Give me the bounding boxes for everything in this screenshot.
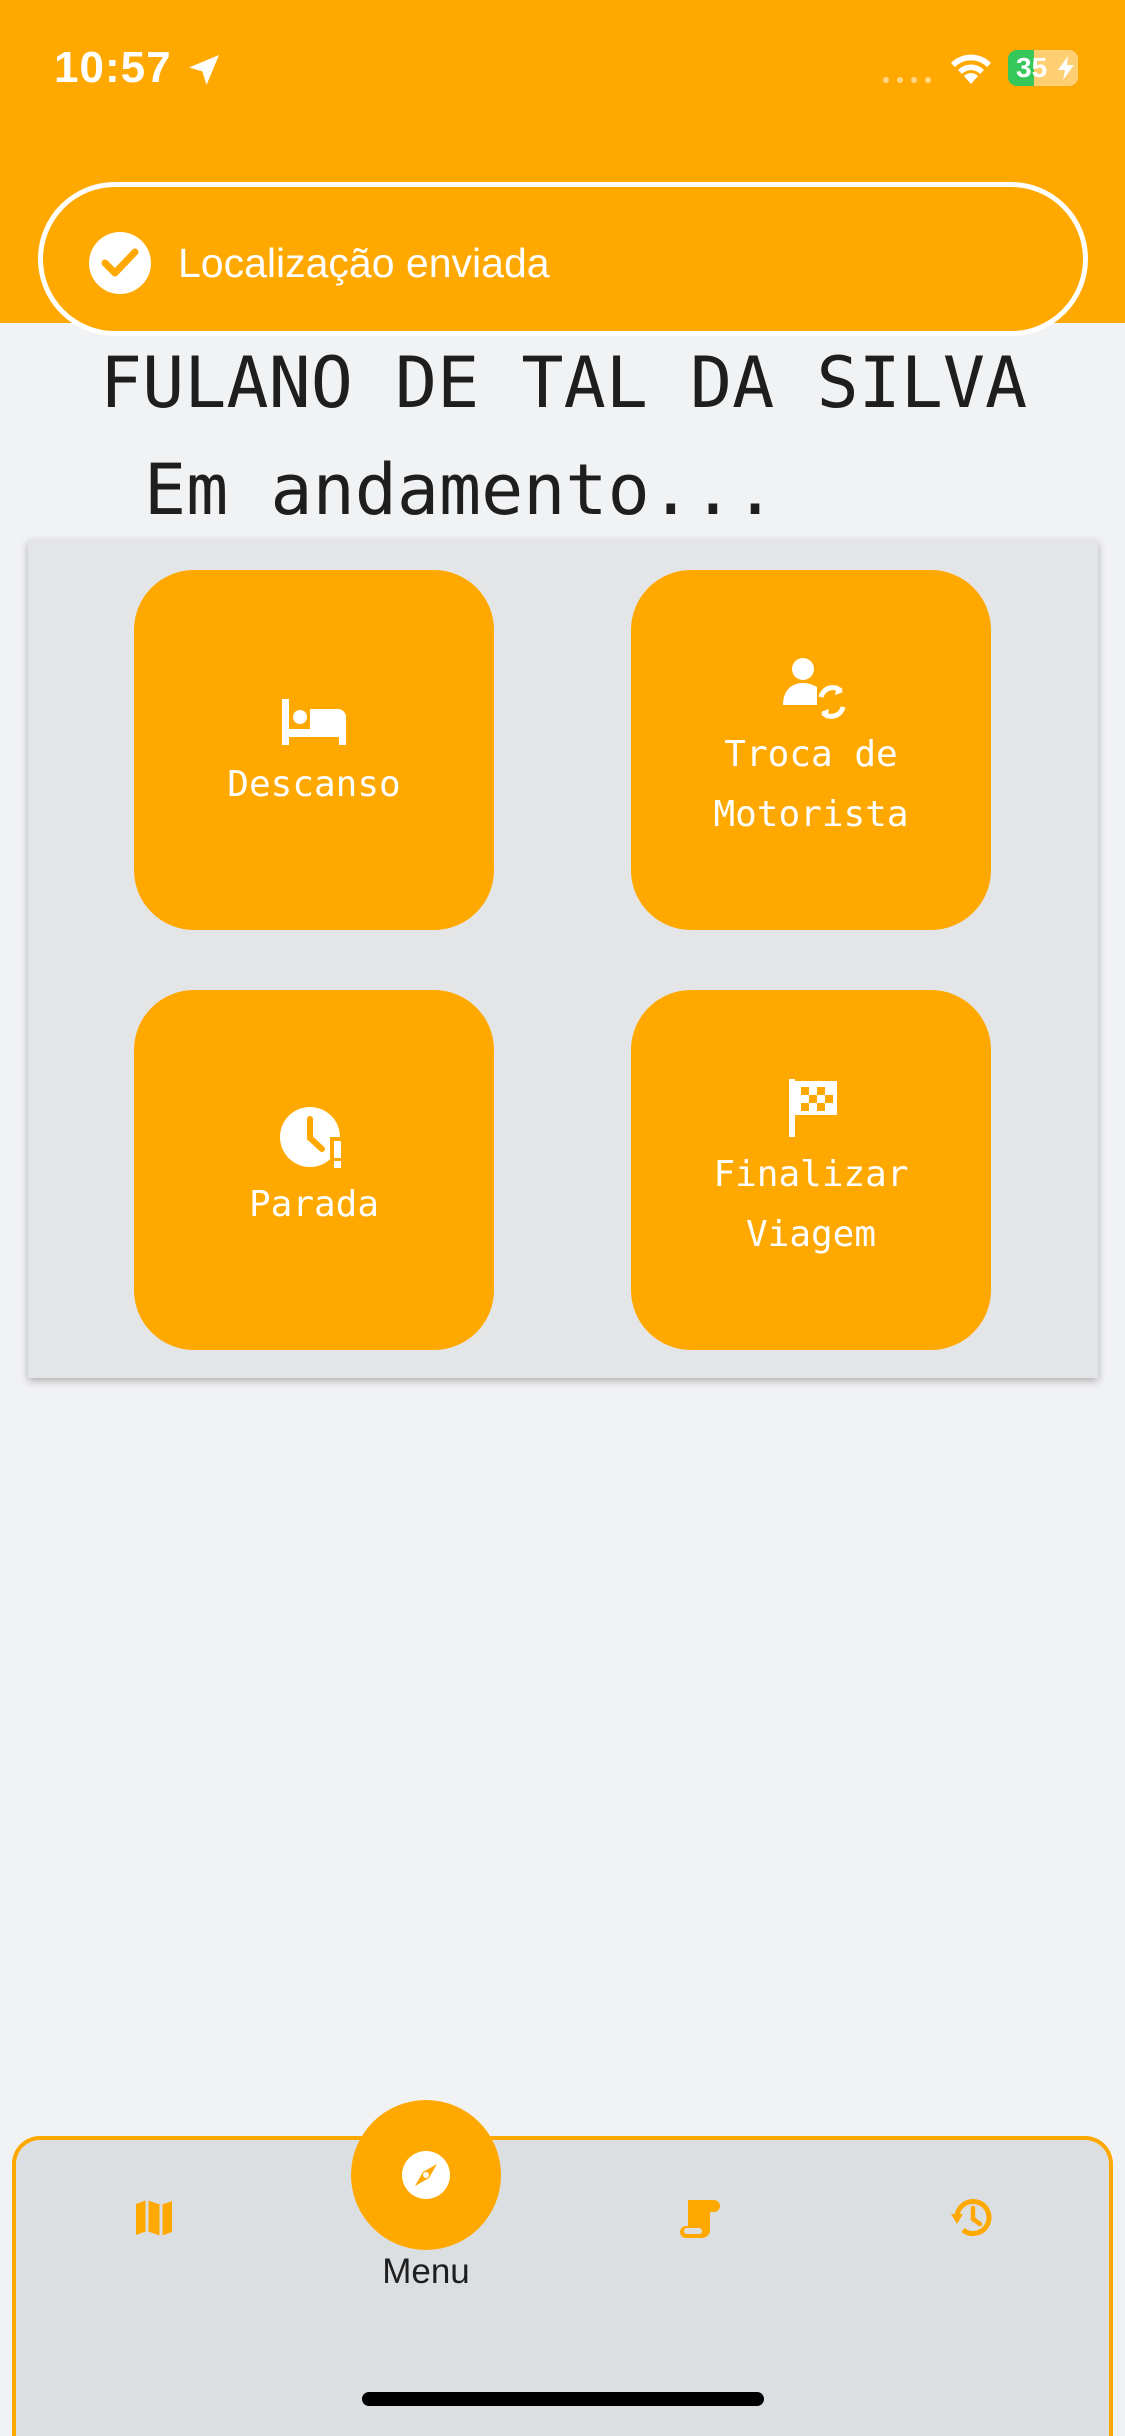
compass-icon xyxy=(402,2151,450,2199)
clock-alert-icon xyxy=(280,1107,346,1169)
driver-swap-label: Troca de Motorista xyxy=(713,734,909,835)
scroll-icon[interactable] xyxy=(678,2196,722,2240)
stop-button[interactable]: Parada xyxy=(134,990,494,1350)
battery-percent: 35 xyxy=(1016,52,1048,83)
charging-bolt-icon xyxy=(1058,56,1074,80)
checkered-flag-icon xyxy=(789,1079,837,1137)
actions-panel: Descanso Troca de Motorista Parada Final… xyxy=(28,540,1098,1378)
user-swap-icon xyxy=(783,658,846,719)
status-time: 10:57 xyxy=(54,43,172,92)
cellular-signal-icon xyxy=(883,77,931,83)
toast-message: Localização enviada xyxy=(178,240,550,286)
stop-label: Parada xyxy=(248,1184,380,1225)
finish-trip-button[interactable]: Finalizar Viagem xyxy=(631,990,991,1350)
menu-nav-button[interactable] xyxy=(351,2100,501,2250)
rest-label: Descanso xyxy=(227,764,401,805)
location-sent-toast: Localização enviada xyxy=(38,182,1088,336)
menu-nav-label[interactable]: Menu xyxy=(351,2250,501,2294)
history-icon[interactable] xyxy=(949,2196,993,2240)
finish-trip-label: Finalizar Viagem xyxy=(713,1154,909,1255)
bed-icon xyxy=(282,699,346,745)
location-arrow-icon xyxy=(189,55,219,85)
rest-button[interactable]: Descanso xyxy=(134,570,494,930)
battery-charging-icon: 35 xyxy=(1008,50,1078,86)
check-circle-icon xyxy=(89,232,151,294)
wifi-icon xyxy=(951,54,991,84)
map-icon[interactable] xyxy=(132,2196,176,2240)
driver-name: FULANO DE TAL DA SILVA xyxy=(100,342,1028,424)
home-indicator xyxy=(362,2392,764,2406)
bottom-nav xyxy=(12,2136,1113,2436)
trip-status: Em andamento... xyxy=(144,449,777,531)
driver-swap-button[interactable]: Troca de Motorista xyxy=(631,570,991,930)
